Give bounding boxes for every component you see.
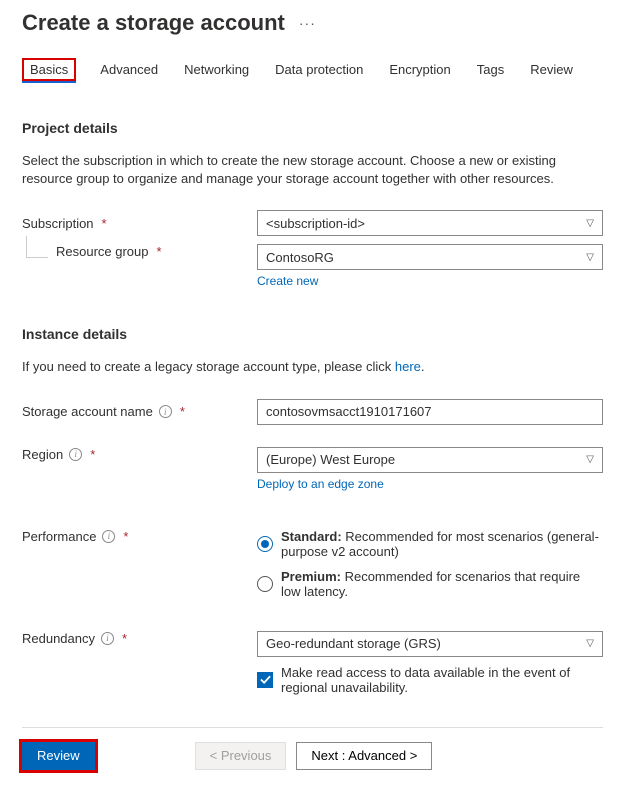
instance-legacy-text: If you need to create a legacy storage a…	[22, 358, 603, 376]
legacy-here-link[interactable]: here	[395, 359, 421, 374]
project-details-desc: Select the subscription in which to crea…	[22, 152, 603, 188]
info-icon[interactable]: i	[159, 405, 172, 418]
info-icon[interactable]: i	[101, 632, 114, 645]
performance-label: Performance i *	[22, 529, 257, 544]
chevron-down-icon: ▽	[586, 638, 594, 649]
subscription-value: <subscription-id>	[266, 216, 365, 231]
performance-premium-label: Premium: Recommended for scenarios that …	[281, 569, 603, 599]
tab-advanced[interactable]: Advanced	[98, 58, 160, 81]
tab-tags[interactable]: Tags	[475, 58, 506, 81]
tab-basics[interactable]: Basics	[22, 58, 76, 81]
instance-details-heading: Instance details	[22, 326, 603, 342]
read-access-label: Make read access to data available in th…	[281, 665, 603, 695]
create-new-rg-link[interactable]: Create new	[257, 274, 318, 288]
region-label: Region i *	[22, 447, 257, 462]
tab-data-protection[interactable]: Data protection	[273, 58, 365, 81]
read-access-checkbox[interactable]: Make read access to data available in th…	[257, 665, 603, 695]
tab-networking[interactable]: Networking	[182, 58, 251, 81]
resource-group-value: ContosoRG	[266, 250, 334, 265]
storage-name-label: Storage account name i *	[22, 404, 257, 419]
tab-review[interactable]: Review	[528, 58, 575, 81]
page-title: Create a storage account	[22, 10, 285, 36]
subscription-label: Subscription*	[22, 216, 257, 231]
deploy-edge-link[interactable]: Deploy to an edge zone	[257, 477, 384, 491]
info-icon[interactable]: i	[102, 530, 115, 543]
review-button[interactable]: Review	[22, 742, 95, 770]
next-button[interactable]: Next : Advanced >	[296, 742, 432, 770]
chevron-down-icon: ▽	[586, 454, 594, 465]
redundancy-label: Redundancy i *	[22, 631, 257, 646]
redundancy-value: Geo-redundant storage (GRS)	[266, 636, 441, 651]
performance-premium-radio[interactable]: Premium: Recommended for scenarios that …	[257, 569, 603, 599]
resource-group-label: Resource group*	[22, 244, 257, 259]
subscription-select[interactable]: <subscription-id> ▽	[257, 210, 603, 236]
tab-encryption[interactable]: Encryption	[387, 58, 452, 81]
chevron-down-icon: ▽	[586, 218, 594, 229]
info-icon[interactable]: i	[69, 448, 82, 461]
region-value: (Europe) West Europe	[266, 452, 395, 467]
more-menu-icon[interactable]: ···	[299, 15, 316, 31]
storage-name-input[interactable]	[257, 399, 603, 425]
previous-button: < Previous	[195, 742, 287, 770]
resource-group-select[interactable]: ContosoRG ▽	[257, 244, 603, 270]
tab-bar: Basics Advanced Networking Data protecti…	[22, 58, 603, 82]
region-select[interactable]: (Europe) West Europe ▽	[257, 447, 603, 473]
redundancy-select[interactable]: Geo-redundant storage (GRS) ▽	[257, 631, 603, 657]
chevron-down-icon: ▽	[586, 252, 594, 263]
radio-checked-icon	[257, 536, 273, 552]
radio-unchecked-icon	[257, 576, 273, 592]
project-details-heading: Project details	[22, 120, 603, 136]
performance-standard-label: Standard: Recommended for most scenarios…	[281, 529, 603, 559]
performance-standard-radio[interactable]: Standard: Recommended for most scenarios…	[257, 529, 603, 559]
checkbox-checked-icon	[257, 672, 273, 688]
